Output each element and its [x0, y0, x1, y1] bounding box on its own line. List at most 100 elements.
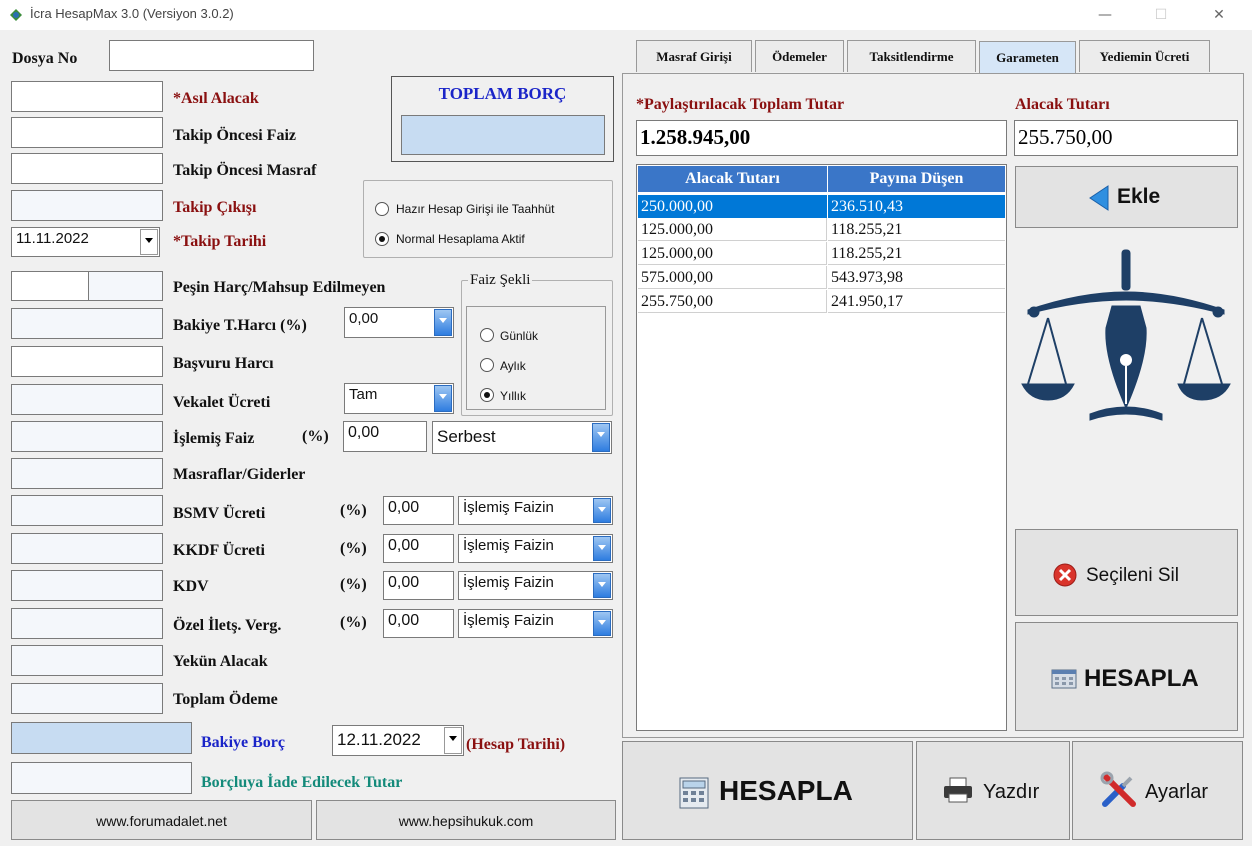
takip-cikisi-value — [11, 190, 163, 221]
hepsihukuk-link[interactable]: www.hepsihukuk.com — [316, 800, 616, 840]
table-cell: 125.000,00 — [638, 242, 827, 265]
kdv-pct-input[interactable]: 0,00 — [383, 571, 454, 600]
tab-taksitlendirme[interactable]: Taksitlendirme — [847, 40, 976, 72]
masraflar-label: Masraflar/Giderler — [173, 466, 306, 483]
kdv-label: KDV — [173, 578, 209, 595]
chevron-down-icon[interactable] — [593, 573, 611, 598]
ayarlar-button[interactable]: Ayarlar — [1072, 741, 1243, 840]
ekle-label: Ekle — [1117, 185, 1161, 208]
faiz-radio-gunluk[interactable] — [480, 328, 494, 342]
ozel-base-value: İşlemiş Faizin — [463, 612, 554, 629]
takip-oncesi-masraf-input[interactable] — [11, 153, 163, 184]
bakiye-borc-value — [11, 722, 192, 754]
table-row[interactable]: 125.000,00 118.255,21 — [638, 218, 1005, 242]
secileni-sil-button[interactable]: Seçileni Sil — [1015, 529, 1238, 616]
minimize-button[interactable]: — — [1082, 0, 1128, 30]
bsmv-value — [11, 495, 163, 526]
chevron-down-icon[interactable] — [593, 611, 611, 636]
chevron-down-icon[interactable] — [444, 727, 462, 754]
secileni-sil-label: Seçileni Sil — [1086, 565, 1179, 586]
table-row[interactable]: 125.000,00 118.255,21 — [638, 242, 1005, 266]
table-row[interactable]: 250.000,00 236.510,43 — [638, 195, 1005, 218]
takip-tarihi-label: *Takip Tarihi — [173, 233, 267, 250]
faiz-option-aylik: Aylık — [500, 359, 526, 373]
islemis-faiz-type-combo[interactable]: Serbest — [432, 421, 612, 454]
dosya-no-input[interactable] — [109, 40, 314, 71]
chevron-down-icon[interactable] — [593, 498, 611, 523]
basvuru-harci-input[interactable] — [11, 346, 163, 377]
pesin-harc-input[interactable] — [11, 271, 89, 301]
pesin-harc-mahsup-input[interactable] — [88, 271, 163, 301]
kkdf-pct-input[interactable]: 0,00 — [383, 534, 454, 563]
tab-yediemin-ucreti[interactable]: Yediemin Ücreti — [1079, 40, 1210, 72]
faiz-radio-aylik[interactable] — [480, 358, 494, 372]
kkdf-pct-label: (%) — [340, 540, 367, 557]
iade-label: Borçluya İade Edilecek Tutar — [201, 774, 403, 791]
bakiye-harc-label: Bakiye T.Harcı (%) — [173, 317, 307, 334]
asil-alacak-label: *Asıl Alacak — [173, 90, 259, 107]
ozel-pct-input[interactable]: 0,00 — [383, 609, 454, 638]
islemis-faiz-pct-input[interactable]: 0,00 — [343, 421, 427, 452]
tab-masraf-girisi[interactable]: Masraf Girişi — [636, 40, 752, 72]
arrow-left-icon — [1089, 185, 1109, 211]
table-cell: 250.000,00 — [638, 195, 827, 218]
hesapla-label: HESAPLA — [719, 775, 853, 806]
chevron-down-icon[interactable] — [434, 309, 452, 336]
kdv-pct-label: (%) — [340, 576, 367, 593]
table-cell: 236.510,43 — [828, 195, 1005, 218]
kkdf-base-value: İşlemiş Faizin — [463, 537, 554, 554]
mode-radio-2[interactable] — [375, 232, 389, 246]
maximize-button[interactable]: ☐ — [1138, 0, 1184, 30]
bsmv-pct-input[interactable]: 0,00 — [383, 496, 454, 525]
forumadalet-link[interactable]: www.forumadalet.net — [11, 800, 312, 840]
chevron-down-icon[interactable] — [140, 229, 158, 255]
calculator-icon — [1051, 669, 1077, 689]
table-header-payina-dusen[interactable]: Payına Düşen — [828, 166, 1005, 192]
garameten-hesapla-button[interactable]: HESAPLA — [1015, 622, 1238, 731]
hesap-tarihi-picker[interactable]: 12.11.2022 — [332, 725, 464, 756]
toplam-borc-label: TOPLAM BORÇ — [438, 84, 567, 103]
bsmv-label: BSMV Ücreti — [173, 505, 266, 522]
masraflar-value — [11, 458, 163, 489]
table-row[interactable]: 575.000,00 543.973,98 — [638, 266, 1005, 290]
ayarlar-label: Ayarlar — [1145, 781, 1208, 803]
delete-icon — [1053, 563, 1077, 587]
takip-oncesi-faiz-label: Takip Öncesi Faiz — [173, 127, 296, 144]
ekle-button[interactable]: Ekle — [1015, 166, 1238, 228]
table-header-alacak[interactable]: Alacak Tutarı — [638, 166, 827, 192]
hesapla-button[interactable]: HESAPLA — [622, 741, 913, 840]
mode-group — [363, 180, 613, 258]
table-cell: 543.973,98 — [828, 266, 1005, 289]
bakiye-harc-value — [11, 308, 163, 339]
vekalet-combo[interactable]: Tam — [344, 383, 454, 414]
kdv-base-combo[interactable]: İşlemiş Faizin — [458, 571, 613, 600]
takip-tarihi-picker[interactable]: 11.11.2022 — [11, 227, 160, 257]
table-row[interactable]: 255.750,00 241.950,17 — [638, 290, 1005, 314]
ozel-base-combo[interactable]: İşlemiş Faizin — [458, 609, 613, 638]
paylastirilacak-input[interactable]: 1.258.945,00 — [636, 120, 1007, 156]
scales-of-justice-icon — [1021, 249, 1231, 421]
bsmv-base-combo[interactable]: İşlemiş Faizin — [458, 496, 613, 525]
asil-alacak-input[interactable] — [11, 81, 163, 112]
close-button[interactable]: ✕ — [1196, 0, 1242, 30]
chevron-down-icon[interactable] — [592, 423, 610, 452]
kdv-value — [11, 570, 163, 601]
vekalet-ucreti-label: Vekalet Ücreti — [173, 394, 271, 411]
islemis-faiz-type-value: Serbest — [437, 427, 496, 446]
islemis-faiz-label: İşlemiş Faiz — [173, 430, 255, 447]
yazdir-button[interactable]: Yazdır — [916, 741, 1070, 840]
alacak-tutari-input[interactable]: 255.750,00 — [1014, 120, 1238, 156]
mode-radio-1[interactable] — [375, 202, 389, 216]
toplam-borc-value — [401, 115, 605, 155]
tab-garameten[interactable]: Garameten — [979, 41, 1076, 74]
tab-odemeler[interactable]: Ödemeler — [755, 40, 844, 72]
bakiye-harc-combo[interactable]: 0,00 — [344, 307, 454, 338]
chevron-down-icon[interactable] — [434, 385, 452, 412]
takip-oncesi-faiz-input[interactable] — [11, 117, 163, 148]
bakiye-harc-combo-value: 0,00 — [349, 310, 379, 327]
kkdf-base-combo[interactable]: İşlemiş Faizin — [458, 534, 613, 563]
faiz-radio-yillik[interactable] — [480, 388, 494, 402]
mode-option-2: Normal Hesaplama Aktif — [396, 232, 525, 246]
chevron-down-icon[interactable] — [593, 536, 611, 561]
faiz-sekli-title: Faiz Şekli — [468, 272, 533, 289]
